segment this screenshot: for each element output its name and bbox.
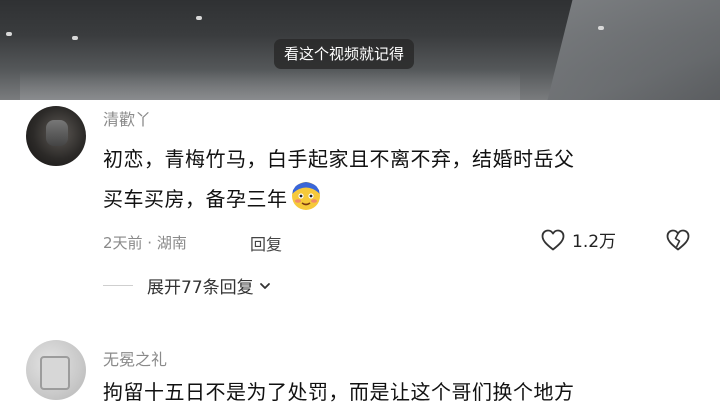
video-light-spot [196, 16, 202, 20]
comment-text-line: 买车买房，备孕三年 [103, 179, 575, 219]
video-background-shape [545, 0, 720, 100]
dislike-button[interactable] [664, 228, 692, 256]
reply-button[interactable]: 回复 [250, 231, 282, 255]
heart-outline-icon [541, 229, 565, 250]
expand-replies-button[interactable]: 展开77条回复 [103, 273, 272, 298]
video-subtitle: 看这个视频就记得 [274, 39, 415, 69]
comment-text-line: 拘留十五日不是为了处罚，而是让这个哥们换个地方 [103, 380, 575, 404]
chevron-down-icon [259, 282, 270, 289]
like-count: 1.2万 [572, 232, 617, 252]
broken-heart-icon [666, 229, 690, 251]
comment-username[interactable]: 无冕之礼 [103, 346, 167, 370]
comment-text-line: 初恋，青梅竹马，白手起家且不离不弃，结婚时岳父 [103, 147, 575, 171]
video-light-spot [598, 26, 604, 30]
comment-time-location: 2天前 · 湖南 [103, 234, 187, 252]
expand-replies-label: 展开77条回复 [147, 278, 254, 298]
avatar[interactable] [26, 340, 86, 400]
video-background-shape [20, 70, 520, 100]
comment-username[interactable]: 清歡丫 [103, 106, 151, 130]
comment-text: 初恋，青梅竹马，白手起家且不离不弃，结婚时岳父 买车买房，备孕三年 [103, 139, 575, 219]
video-frame[interactable]: 看这个视频就记得 [0, 0, 720, 100]
video-light-spot [72, 36, 78, 40]
video-light-spot [6, 32, 12, 36]
comment-text: 拘留十五日不是为了处罚，而是让这个哥们换个地方 [103, 372, 575, 412]
like-button[interactable]: 1.2万 [540, 227, 616, 252]
blushing-face-emoji-icon [291, 182, 320, 210]
comment-text-segment: 买车买房，备孕三年 [103, 187, 288, 211]
avatar[interactable] [26, 106, 86, 166]
divider [103, 285, 133, 286]
